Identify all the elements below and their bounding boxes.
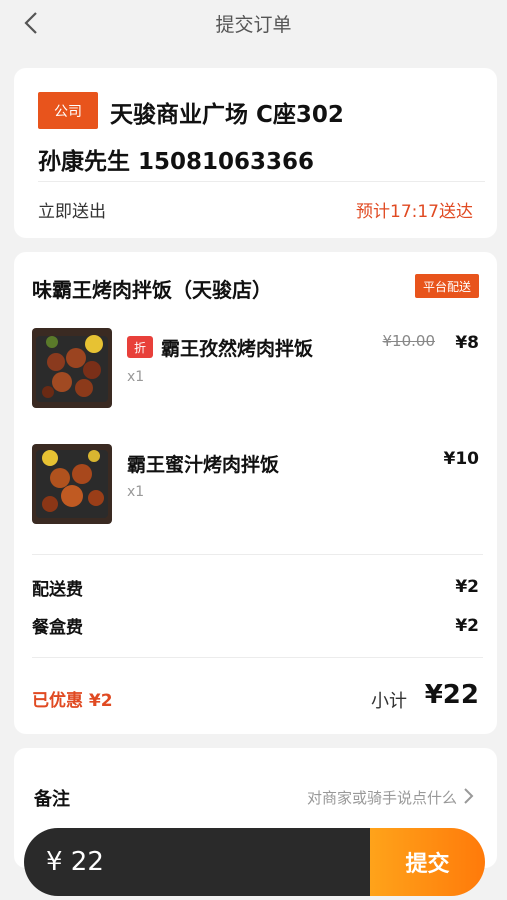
delivery-mode[interactable]: 立即送出 [38,197,106,222]
address-tag: 公司 [38,92,98,129]
food-qty: x1 [127,484,145,500]
fee-label: 配送费 [32,580,83,600]
original-price: ¥10.00 [382,332,436,350]
top-bar: 提交订单 [0,0,507,46]
food-price: ¥8 [455,333,479,353]
divider [32,554,483,555]
order-card: 味霸王烤肉拌饭（天骏店） 平台配送 折 霸王孜然烤肉拌饭 x1 ¥10.00 ¥… [14,252,497,734]
chevron-right-icon [464,788,474,804]
food-image [32,328,112,408]
total-amount: ¥ 22 [24,828,370,896]
discount-tag: 折 [127,336,153,358]
shop-name: 味霸王烤肉拌饭（天骏店） [32,278,272,302]
food-name: 霸王孜然烤肉拌饭 [161,338,314,360]
fee-value: ¥2 [455,616,479,636]
subtotal-value: ¥22 [424,680,479,710]
food-name: 霸王蜜汁烤肉拌饭 [127,454,280,476]
checkout-bar: ¥ 22 提交 [24,828,485,896]
fee-value: ¥2 [455,577,479,597]
address-card[interactable]: 公司 天骏商业广场 C座302 孙康先生 15081063366 立即送出 预计… [14,68,497,238]
delivery-eta[interactable]: 预计17:17送达 [356,197,473,222]
food-price: ¥10 [443,449,480,469]
food-qty: x1 [127,369,145,385]
submit-button[interactable]: 提交 [370,828,485,896]
subtotal-label: 小计 [371,691,407,712]
divider [32,657,483,658]
notes-label: 备注 [34,789,70,810]
contact-line: 孙康先生 15081063366 [38,149,315,175]
notes-input[interactable]: 对商家或骑手说点什么 [307,787,457,808]
food-image [32,444,112,524]
address-line: 天骏商业广场 C座302 [110,102,344,128]
fee-label: 餐盒费 [32,618,83,638]
delivery-badge: 平台配送 [414,274,479,298]
page-title: 提交订单 [215,14,292,36]
discount-summary: 已优惠 ¥2 [32,691,113,711]
divider [38,181,485,182]
